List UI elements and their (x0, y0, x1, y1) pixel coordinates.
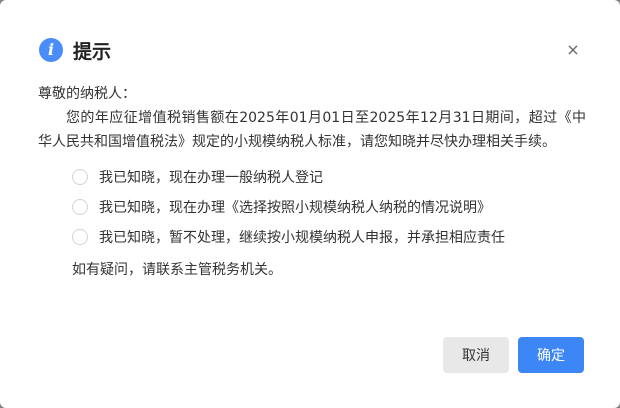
info-icon: i (39, 38, 63, 62)
radio-button[interactable] (72, 199, 88, 215)
footnote-text: 如有疑问，请联系主管税务机关。 (72, 262, 282, 278)
greeting-text: 尊敬的纳税人： (38, 86, 136, 102)
prompt-dialog: i 提示 × 尊敬的纳税人： 您的年应征增值税销售额在2025年01月01日至2… (0, 0, 620, 408)
option-general-taxpayer-registration[interactable]: 我已知晓，现在办理一般纳税人登记 (38, 162, 586, 192)
option-list: 我已知晓，现在办理一般纳税人登记 我已知晓，现在办理《选择按照小规模纳税人纳税的… (38, 162, 586, 252)
radio-button[interactable] (72, 169, 88, 185)
option-label: 我已知晓，现在办理《选择按照小规模纳税人纳税的情况说明》 (99, 200, 491, 216)
option-label: 我已知晓，现在办理一般纳税人登记 (99, 170, 323, 186)
option-label: 我已知晓，暂不处理，继续按小规模纳税人申报，并承担相应责任 (99, 230, 505, 246)
option-defer-processing[interactable]: 我已知晓，暂不处理，继续按小规模纳税人申报，并承担相应责任 (38, 222, 586, 252)
dialog-title: 提示 (73, 40, 112, 63)
notice-paragraph: 您的年应征增值税销售额在2025年01月01日至2025年12月31日期间，超过… (38, 110, 586, 150)
dialog-body: 尊敬的纳税人： 您的年应征增值税销售额在2025年01月01日至2025年12月… (38, 82, 586, 282)
dialog-header: i 提示 (39, 37, 111, 63)
radio-button[interactable] (72, 229, 88, 245)
cancel-button[interactable]: 取消 (443, 337, 509, 373)
option-small-scale-statement[interactable]: 我已知晓，现在办理《选择按照小规模纳税人纳税的情况说明》 (38, 192, 586, 222)
close-icon[interactable]: × (564, 40, 582, 59)
confirm-button[interactable]: 确定 (518, 337, 584, 373)
